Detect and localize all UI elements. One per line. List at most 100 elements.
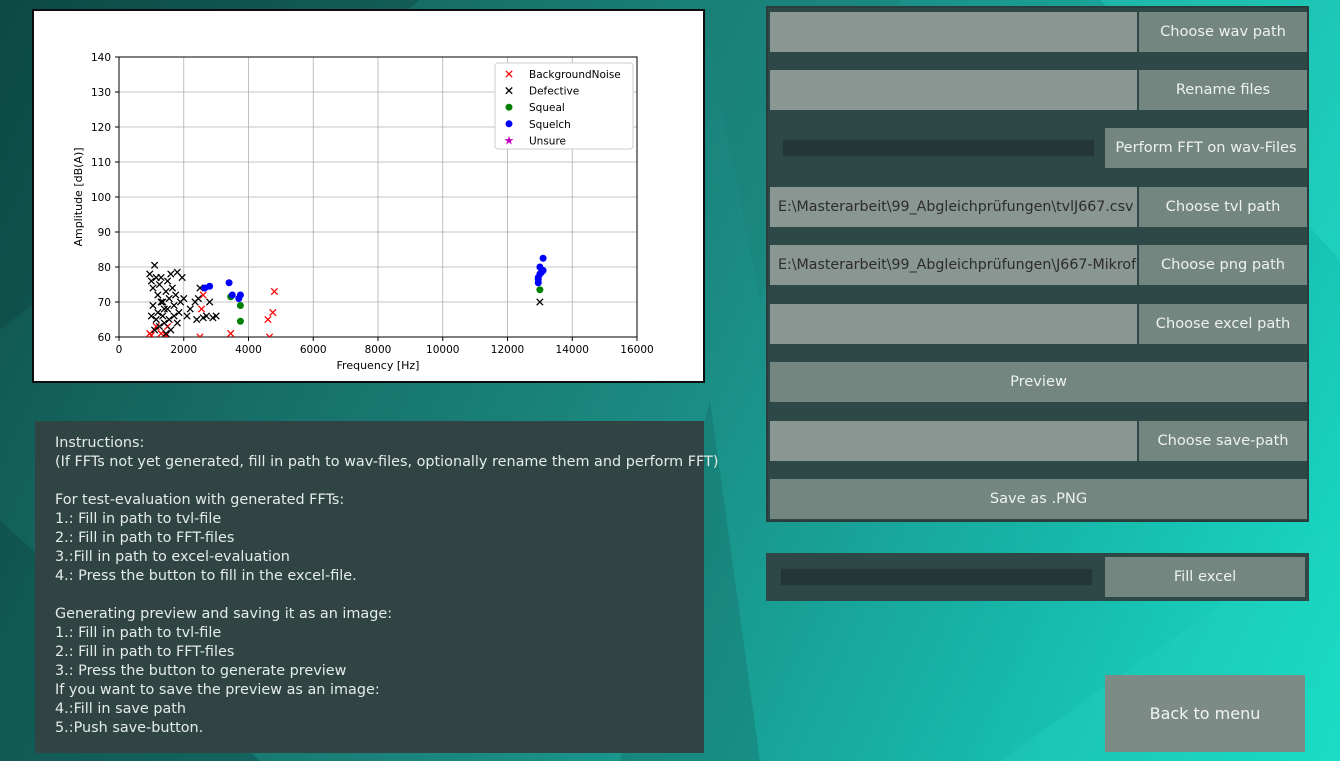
legend-label: Squeal [529, 102, 565, 114]
choose-png-path-button[interactable]: Choose png path [1139, 245, 1307, 285]
data-point-squelch [236, 291, 244, 299]
tvl-path-field[interactable]: E:\Masterarbeit\99_Abgleichprüfungen\tvl… [770, 187, 1137, 227]
x-axis-label: Frequency [Hz] [337, 359, 420, 372]
y-axis-label: Amplitude [dB(A)] [72, 147, 85, 246]
x-tick-label: 12000 [491, 344, 524, 356]
data-point-defective [160, 305, 168, 313]
instruction-line: 3.:Fill in path to excel-evaluation [55, 549, 290, 565]
data-point-squeal [536, 286, 544, 294]
legend-marker [505, 120, 513, 128]
data-point-backgroundnoise [270, 287, 279, 296]
data-point-defective [149, 301, 157, 310]
preview-button[interactable]: Preview [770, 362, 1307, 402]
data-point-defective [149, 284, 157, 292]
legend-marker [505, 103, 513, 111]
x-tick-label: 0 [116, 344, 123, 356]
legend-label: Unsure [529, 135, 566, 147]
data-point-squelch [228, 291, 236, 299]
data-point-squelch [225, 279, 233, 287]
rename-files-button[interactable]: Rename files [1139, 70, 1307, 110]
x-tick-label: 8000 [365, 344, 392, 356]
x-tick-label: 16000 [620, 344, 653, 356]
fill-excel-progress-bar [780, 568, 1093, 586]
data-point-squeal [236, 317, 244, 325]
y-tick-label: 90 [98, 227, 111, 239]
choose-wav-path-button[interactable]: Choose wav path [1139, 12, 1307, 52]
png-path-field[interactable]: E:\Masterarbeit\99_Abgleichprüfungen\J66… [770, 245, 1137, 285]
instruction-line: 1.: Fill in path to tvl-file [55, 625, 222, 641]
y-tick-label: 110 [91, 157, 111, 169]
legend-marker: ★ [504, 133, 515, 147]
data-point-backgroundnoise [269, 308, 277, 317]
data-point-defective [171, 291, 180, 299]
preview-plot: 0 2000 4000 6000 8000 10000 12000 14000 16000 60 7… [32, 9, 705, 383]
y-tick-label: 80 [98, 262, 111, 274]
x-tick-label: 2000 [170, 344, 197, 356]
data-point-defective [167, 270, 175, 278]
instruction-line: 4.: Press the button to fill in the exce… [55, 568, 357, 584]
rename-field[interactable] [770, 70, 1137, 110]
instruction-line: 2.: Fill in path to FFT-files [55, 644, 235, 660]
fill-excel-panel: Fill excel [766, 553, 1309, 601]
instruction-line [55, 586, 684, 605]
data-point-squelch [539, 254, 547, 262]
data-point-squeal [236, 302, 244, 309]
data-point-defective [186, 305, 194, 313]
instruction-line [55, 472, 684, 491]
perform-fft-button[interactable]: Perform FFT on wav-Files [1105, 128, 1307, 168]
instruction-line: Generating preview and saving it as an i… [55, 606, 393, 622]
y-tick-label: 140 [91, 52, 111, 64]
instruction-line: For test-evaluation with generated FFTs: [55, 492, 345, 508]
instruction-line: 5.:Push save-button. [55, 720, 204, 736]
legend-label: Squelch [529, 119, 571, 131]
x-tick-label: 10000 [426, 344, 459, 356]
data-point-defective [178, 273, 186, 282]
save-png-button[interactable]: Save as .PNG [770, 479, 1307, 519]
data-point-backgroundnoise [197, 305, 206, 313]
instruction-line: 2.: Fill in path to FFT-files [55, 530, 235, 546]
save-path-field[interactable] [770, 421, 1137, 461]
y-tick-label: 70 [98, 297, 111, 309]
y-tick-label: 120 [91, 122, 111, 134]
y-tick-label: 130 [91, 87, 111, 99]
instruction-line: (If FFTs not yet generated, fill in path… [55, 454, 719, 470]
data-point-defective [162, 287, 170, 296]
data-point-defective [170, 301, 178, 310]
instruction-line: 3.: Press the button to generate preview [55, 663, 347, 679]
y-tick-label: 60 [98, 332, 111, 344]
back-to-menu-button[interactable]: Back to menu [1105, 675, 1305, 752]
choose-tvl-path-button[interactable]: Choose tvl path [1139, 187, 1307, 227]
fft-progress-bar [782, 139, 1095, 157]
data-point-defective [163, 277, 172, 285]
choose-excel-path-button[interactable]: Choose excel path [1139, 304, 1307, 344]
instructions-panel: Instructions: (If FFTs not yet generated… [35, 421, 719, 753]
wav-path-field[interactable] [770, 12, 1137, 52]
data-point-defective [146, 270, 154, 278]
instruction-line: If you want to save the preview as an im… [55, 682, 380, 698]
data-point-squelch [534, 279, 542, 287]
data-point-backgroundnoise [227, 329, 235, 337]
data-point-squelch [539, 267, 547, 274]
fill-excel-button[interactable]: Fill excel [1105, 557, 1305, 597]
scatter-chart: 0 2000 4000 6000 8000 10000 12000 14000 16000 60 7… [72, 52, 654, 372]
legend-label: Defective [529, 86, 579, 98]
choose-save-path-button[interactable]: Choose save-path [1139, 421, 1307, 461]
instruction-line: 4.:Fill in save path [55, 701, 187, 717]
data-point-backgroundnoise [264, 315, 272, 324]
data-points [146, 254, 547, 337]
data-point-defective [150, 261, 159, 269]
data-point-defective [163, 305, 172, 313]
data-point-defective [183, 312, 191, 320]
y-tick-label: 100 [91, 192, 111, 204]
data-point-defective [165, 294, 173, 303]
data-point-squelch [206, 282, 214, 290]
instruction-line: 1.: Fill in path to tvl-file [55, 511, 222, 527]
x-tick-label: 14000 [556, 344, 589, 356]
excel-path-field[interactable] [770, 304, 1137, 344]
legend-label: BackgroundNoise [529, 69, 621, 81]
data-point-defective [193, 315, 201, 324]
x-tick-label: 6000 [300, 344, 327, 356]
data-point-defective [173, 319, 181, 327]
data-point-defective [155, 280, 164, 289]
data-point-defective [154, 291, 162, 299]
